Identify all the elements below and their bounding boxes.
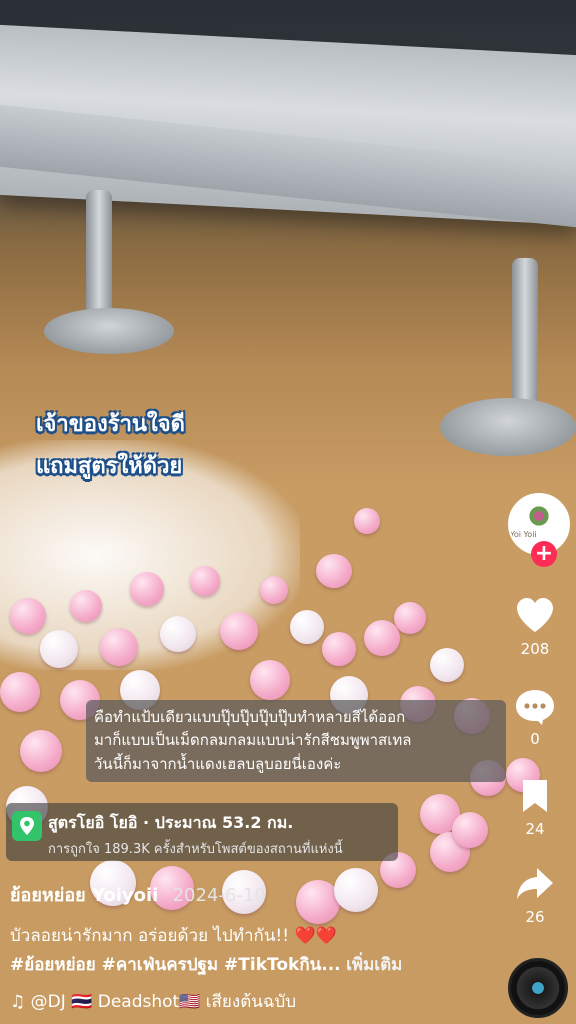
dough-ball xyxy=(316,554,352,588)
machine-leg-base xyxy=(440,398,576,456)
location-pin-icon xyxy=(12,811,42,841)
more-button[interactable]: เพิ่มเติม xyxy=(346,955,402,975)
share-icon xyxy=(517,868,553,899)
location-tag[interactable]: สูตรโยอิ โยอิ · ประมาณ 53.2 กม. การถูกใจ… xyxy=(6,803,398,861)
post-description[interactable]: บัวลอยน่ารักมาก อร่อยด้วย ไปทำกัน!! ❤️❤️… xyxy=(10,922,510,980)
dough-ball xyxy=(220,612,258,650)
machine-leg-base xyxy=(44,308,174,354)
dough-ball xyxy=(40,630,78,668)
post-date: 2024-6-10 xyxy=(172,885,266,906)
heart-icon xyxy=(517,598,553,632)
dough-ball xyxy=(100,628,138,666)
dough-ball xyxy=(160,616,196,652)
hashtags[interactable]: #ย้อยหย่อย #คาเฟ่นครปฐม #TikTokกิน... xyxy=(10,955,341,975)
machine-leg xyxy=(86,190,112,320)
music-info[interactable]: ♫ @DJ 🇹🇭 Deadshot🇺🇸 เสียงต้นฉบับ xyxy=(10,988,296,1015)
dough-ball xyxy=(334,868,378,912)
like-count: 208 xyxy=(520,640,550,658)
overlay-line: แถมสูตรให้ด้วย xyxy=(36,453,183,479)
music-disc-icon[interactable] xyxy=(508,958,568,1018)
dough-ball xyxy=(190,566,220,596)
author-row[interactable]: ย้อยหย่อย Yoiyoii 2024-6-10 xyxy=(10,880,266,909)
save-button[interactable] xyxy=(494,778,576,818)
comment-count: 0 xyxy=(530,730,540,748)
location-subtitle: การถูกใจ 189.3K ครั้งสำหรับโพสต์ของสถานท… xyxy=(48,842,343,857)
dough-ball xyxy=(20,730,62,772)
dough-ball xyxy=(430,648,464,682)
share-count: 26 xyxy=(525,908,545,926)
author-name[interactable]: ย้อยหย่อย Yoiyoii xyxy=(10,885,158,906)
dough-ball xyxy=(260,576,288,604)
subtitle-line: คือทำแป้บเดียวแบบปุ๊บปุ๊บปุ๊บปุ๊บทำหลายส… xyxy=(94,708,406,726)
dough-ball xyxy=(364,620,400,656)
subtitle-line: มาก็แบบเป็นเม็ดกลมกลมแบบน่ารักสีชมพูพาสเ… xyxy=(94,731,412,750)
dough-ball xyxy=(394,602,426,634)
share-button[interactable] xyxy=(494,866,576,906)
bookmark-icon xyxy=(523,780,547,812)
dough-ball xyxy=(290,610,324,644)
avatar-logo xyxy=(518,505,560,527)
hearts-emoji: ❤️❤️ xyxy=(294,926,337,946)
machine-leg xyxy=(512,258,538,408)
dough-ball xyxy=(10,598,46,634)
follow-button[interactable]: + xyxy=(531,541,557,567)
overlay-line: เจ้าของร้านใจดี xyxy=(36,412,185,437)
video-frame[interactable] xyxy=(0,0,576,1024)
dough-ball xyxy=(322,632,356,666)
description-text: บัวลอยน่ารักมาก อร่อยด้วย ไปทำกัน!! xyxy=(10,926,290,946)
location-title: สูตรโยอิ โยอิ · ประมาณ 53.2 กม. xyxy=(48,813,294,832)
dough-ball xyxy=(452,812,488,848)
comment-button[interactable] xyxy=(494,688,576,730)
dough-ball xyxy=(130,572,164,606)
avatar-label: Yoi Yoii xyxy=(510,530,537,539)
subtitle-box: คือทำแป้บเดียวแบบปุ๊บปุ๊บปุ๊บปุ๊บทำหลายส… xyxy=(86,700,506,782)
dough-ball xyxy=(70,590,102,622)
comment-icon xyxy=(516,690,554,725)
like-button[interactable] xyxy=(494,596,576,638)
dough-ball xyxy=(0,672,40,712)
dough-ball xyxy=(250,660,290,700)
subtitle-line: วันนี้ก็มาจากน้ำแดงเฮลบลูบอยนี่เองค่ะ xyxy=(94,754,342,773)
save-count: 24 xyxy=(525,820,545,838)
dough-ball xyxy=(354,508,380,534)
overlay-caption: เจ้าของร้านใจดี แถมสูตรให้ด้วย xyxy=(36,404,185,488)
